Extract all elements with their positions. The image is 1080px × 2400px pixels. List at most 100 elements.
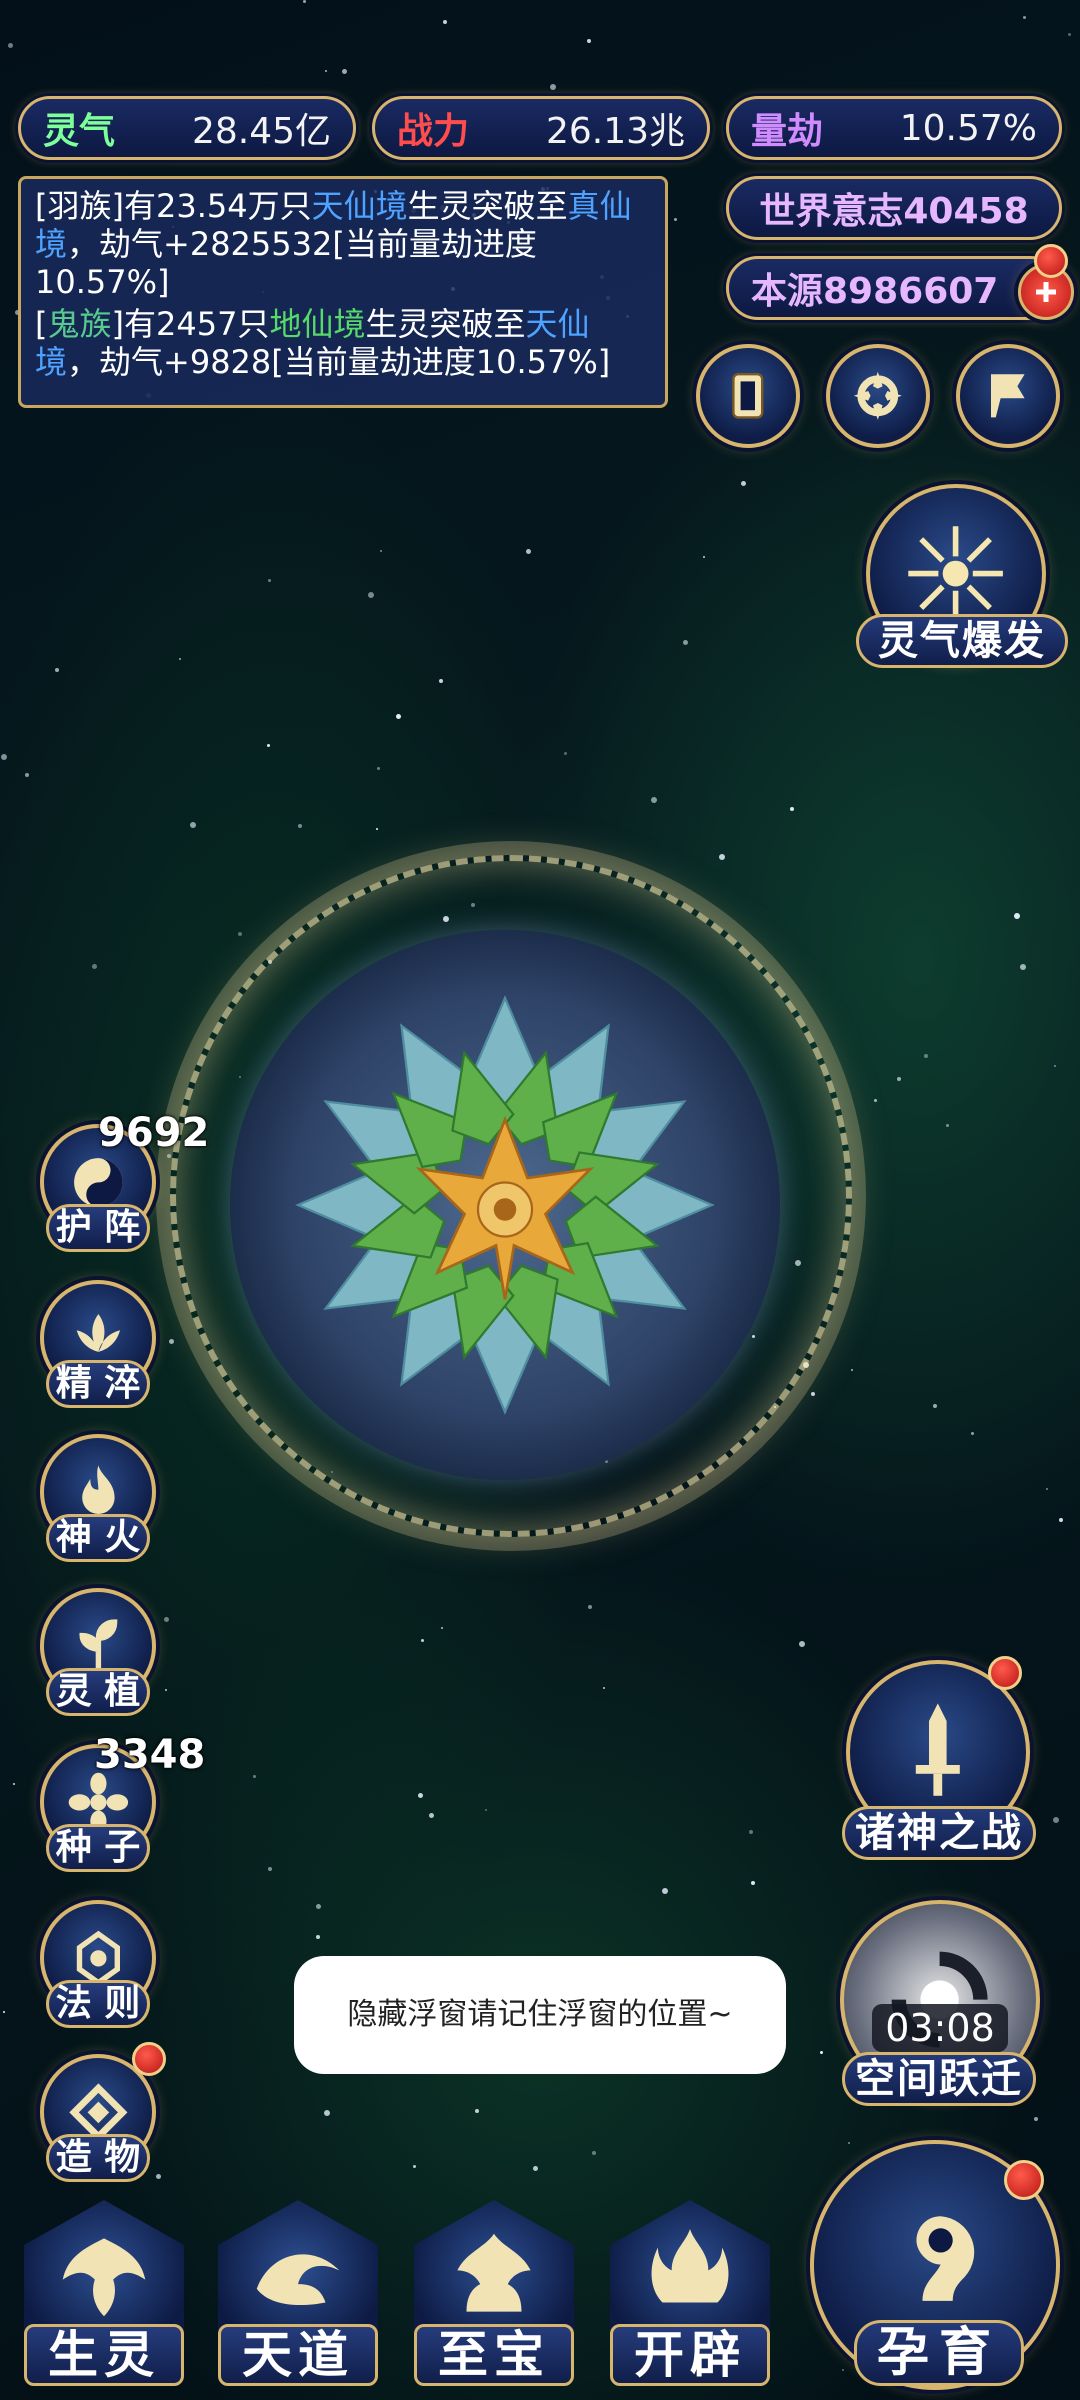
side-label: 神 火 [46, 1514, 150, 1562]
star [564, 752, 567, 755]
star [933, 1404, 937, 1408]
star [298, 824, 302, 828]
side-label: 造 物 [46, 2134, 150, 2182]
flag-icon [991, 374, 1025, 418]
side-refine[interactable]: 精 淬 [40, 1280, 170, 1410]
origin-text: 本源8986607 [751, 271, 999, 312]
origin-bar[interactable]: 本源8986607 [726, 256, 1062, 320]
star [1068, 33, 1071, 36]
star [533, 2166, 538, 2171]
star [413, 2165, 416, 2168]
star [342, 69, 347, 74]
embryo-icon [916, 2216, 975, 2302]
star [587, 39, 591, 43]
star [368, 592, 374, 598]
star [376, 828, 378, 830]
star [651, 797, 657, 803]
star [674, 218, 677, 221]
star [946, 1124, 949, 1127]
nav-open-realm[interactable]: 开辟 [600, 2200, 780, 2390]
star [324, 2110, 330, 2116]
star [475, 2109, 479, 2113]
side-label: 法 则 [46, 1980, 150, 2028]
notice-2: [鬼族]有2457只地仙境生灵突破至天仙境，劫气+9828[当前量劫进度10.5… [35, 305, 611, 381]
star [429, 1813, 434, 1818]
star [751, 1881, 755, 1885]
stat-liangjie[interactable]: 量劫 10.57% [726, 96, 1062, 160]
star [238, 932, 242, 936]
nav-treasure[interactable]: 至宝 [404, 2200, 584, 2390]
space-jump-label[interactable]: 空间跃迁 [842, 2052, 1036, 2106]
side-spirit-plant[interactable]: 灵 植 [40, 1588, 170, 1718]
star [897, 1077, 901, 1081]
star [443, 20, 447, 24]
star [820, 2051, 823, 2054]
star [924, 1054, 928, 1058]
star [811, 1392, 815, 1396]
burst-label[interactable]: 灵气爆发 [856, 614, 1068, 668]
star [439, 679, 443, 683]
planet[interactable] [230, 930, 780, 1480]
star [485, 1809, 487, 1811]
vortex-button[interactable] [826, 344, 930, 448]
sword-icon [916, 1703, 960, 1796]
flag-button[interactable] [956, 344, 1060, 448]
star [421, 1639, 424, 1642]
nav-label: 生灵 [24, 2324, 184, 2386]
stat-lingqi[interactable]: 灵气 28.45亿 [18, 96, 356, 160]
star [848, 2142, 850, 2144]
nav-nurture-label: 孕育 [854, 2320, 1024, 2386]
star [25, 773, 29, 777]
star [92, 964, 97, 969]
burst-icon [908, 526, 1004, 622]
star [325, 70, 327, 72]
star [303, 0, 306, 3]
star [268, 579, 271, 582]
zhanli-label: 战力 [397, 111, 470, 152]
star [1046, 1488, 1048, 1490]
origin-badge [1034, 244, 1068, 278]
card-icon [732, 373, 764, 419]
star [588, 1605, 592, 1609]
star [190, 822, 196, 828]
star [1054, 1065, 1056, 1067]
side-label: 灵 植 [46, 1668, 150, 1716]
card-button[interactable] [696, 344, 800, 448]
nav-heaven-dao[interactable]: 天道 [208, 2200, 388, 2390]
lingqi-label: 灵气 [43, 111, 116, 152]
star [380, 550, 382, 552]
star [316, 1935, 320, 1939]
space-jump-timer: 03:08 [872, 2004, 1008, 2052]
star [13, 1783, 15, 1785]
star [790, 807, 794, 811]
star [8, 43, 13, 48]
star [1059, 1518, 1063, 1522]
star [441, 1627, 443, 1629]
notice-1: [羽族]有23.54万只天仙境生灵突破至真仙境，劫气+2825532[当前量劫进… [35, 187, 632, 301]
nav-creatures[interactable]: 生灵 [14, 2200, 194, 2390]
star [1023, 16, 1026, 19]
gods-war-badge [988, 1656, 1022, 1690]
star [719, 854, 725, 860]
star [55, 668, 59, 672]
side-law[interactable]: 法 则 [40, 1900, 170, 2030]
notice-panel: [羽族]有23.54万只天仙境生灵突破至真仙境，劫气+2825532[当前量劫进… [18, 176, 668, 408]
protect-count: 9692 [98, 1110, 210, 1156]
seed-count: 3348 [94, 1732, 206, 1778]
star [377, 767, 380, 770]
toast-message: 隐藏浮窗请记住浮窗的位置~ [294, 1956, 786, 2074]
nav-label: 天道 [218, 2324, 378, 2386]
plus-icon [1036, 282, 1056, 302]
stat-zhanli[interactable]: 战力 26.13兆 [372, 96, 710, 160]
world-will-bar[interactable]: 世界意志40458 [726, 176, 1062, 240]
star [971, 1432, 974, 1435]
side-label: 护 阵 [46, 1204, 150, 1252]
star [1, 754, 7, 760]
side-divine-fire[interactable]: 神 火 [40, 1434, 170, 1564]
lotus-mandala-icon [295, 995, 715, 1415]
gods-war-label[interactable]: 诸神之战 [842, 1806, 1036, 1860]
star [526, 549, 531, 554]
star [1014, 913, 1020, 919]
liangjie-value: 10.57% [899, 107, 1037, 149]
star [267, 744, 270, 747]
